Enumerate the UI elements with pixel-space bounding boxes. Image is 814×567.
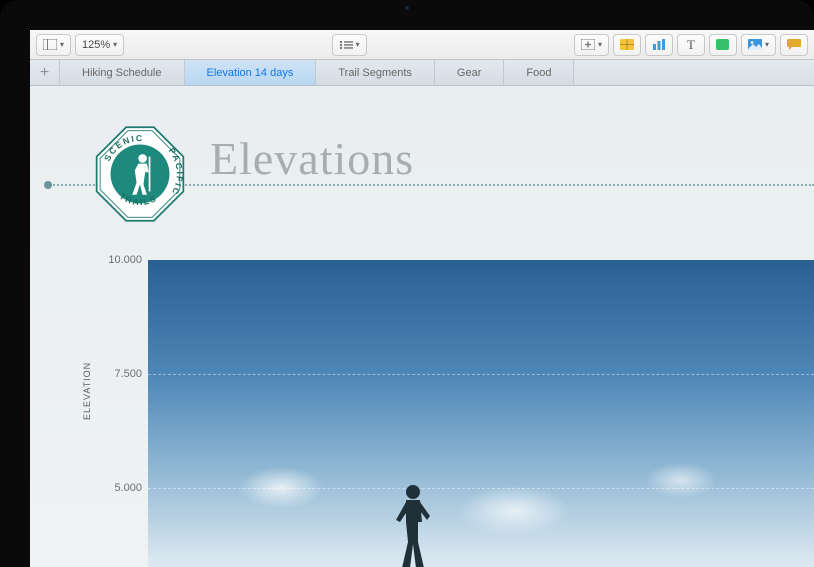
chart-icon (652, 39, 666, 51)
comment-icon (787, 39, 801, 51)
tab-food[interactable]: Food (504, 60, 574, 85)
elevation-chart: ELEVATION 10.000 7.500 5.000 (84, 260, 814, 567)
chevron-down-icon: ▾ (113, 40, 117, 49)
chart-button[interactable] (645, 34, 673, 56)
chevron-down-icon: ▾ (598, 40, 602, 49)
insert-button[interactable]: ▾ (574, 34, 609, 56)
tab-hiking-schedule[interactable]: Hiking Schedule (60, 60, 185, 85)
add-sheet-button[interactable]: + (30, 60, 60, 85)
list-icon (339, 39, 353, 51)
tab-label: Food (526, 67, 551, 79)
text-icon: T (684, 39, 698, 51)
trail-badge-logo: SCENIC PACIFIC TRAILS (88, 122, 192, 226)
table-icon (620, 39, 634, 51)
tab-label: Gear (457, 67, 481, 79)
plus-box-icon (581, 39, 595, 51)
shape-button[interactable] (709, 34, 737, 56)
tab-label: Trail Segments (338, 67, 412, 79)
text-button[interactable]: T (677, 34, 705, 56)
sheet-tab-bar: + Hiking Schedule Elevation 14 days Trai… (30, 60, 814, 86)
sidebar-icon (43, 39, 57, 51)
media-icon (748, 39, 762, 51)
chart-plot-area (148, 260, 814, 567)
media-button[interactable]: ▾ (741, 34, 776, 56)
table-button[interactable] (613, 34, 641, 56)
comment-button[interactable] (780, 34, 808, 56)
y-axis-title: ELEVATION (82, 362, 92, 420)
plus-icon: + (40, 64, 49, 82)
zoom-level-label: 125% (82, 39, 110, 51)
tab-label: Elevation 14 days (207, 67, 294, 79)
tab-elevation-14-days[interactable]: Elevation 14 days (185, 60, 317, 85)
zoom-button[interactable]: 125% ▾ (75, 34, 124, 56)
list-style-button[interactable]: ▾ (332, 34, 367, 56)
chevron-down-icon: ▾ (765, 40, 769, 49)
y-tick-label: 7.500 (98, 368, 142, 380)
tab-gear[interactable]: Gear (435, 60, 504, 85)
y-tick-label: 5.000 (98, 482, 142, 494)
sheet-canvas[interactable]: Elevations (30, 86, 814, 567)
page-title: Elevations (210, 132, 414, 185)
laptop-camera (404, 5, 410, 11)
view-button[interactable]: ▾ (36, 34, 71, 56)
chevron-down-icon: ▾ (356, 40, 360, 49)
hiker-silhouette (388, 482, 438, 567)
tab-label: Hiking Schedule (82, 67, 162, 79)
shape-icon (716, 39, 730, 51)
tab-trail-segments[interactable]: Trail Segments (316, 60, 435, 85)
chevron-down-icon: ▾ (60, 40, 64, 49)
y-tick-label: 10.000 (98, 254, 142, 266)
toolbar: ▾ 125% ▾ ▾ (30, 30, 814, 60)
